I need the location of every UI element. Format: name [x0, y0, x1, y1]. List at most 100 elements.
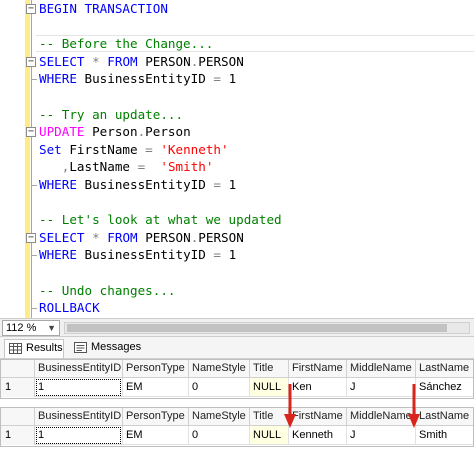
code-line: SELECT * FROM PERSON.PERSON — [39, 53, 244, 71]
code-token: -- Try an update... — [39, 106, 184, 122]
code-token: WHERE — [39, 177, 77, 192]
tab-results[interactable]: Results — [4, 339, 64, 358]
tab-messages-label: Messages — [91, 341, 142, 353]
selected-cell-outline — [36, 427, 121, 444]
column-header[interactable]: PersonType — [123, 407, 189, 426]
fold-end-marker — [31, 255, 37, 257]
grid-corner[interactable] — [0, 407, 35, 426]
code-token: 1 — [221, 71, 237, 87]
table-cell[interactable]: EM — [123, 378, 189, 397]
code-token: LastName — [69, 159, 138, 175]
grid-corner[interactable] — [0, 359, 35, 378]
table-cell[interactable]: J — [347, 378, 416, 397]
code-line: WHERE BusinessEntityID = 1 — [39, 246, 236, 264]
collapse-toggle-icon[interactable]: − — [26, 4, 36, 14]
code-token: BusinessEntityID — [76, 247, 214, 263]
column-header[interactable]: PersonType — [123, 359, 189, 378]
row-number[interactable]: 1 — [0, 378, 35, 397]
code-line: UPDATE Person.Person — [39, 123, 191, 141]
code-token: PERSON — [137, 229, 191, 245]
table-cell[interactable]: Ken — [289, 378, 347, 397]
code-line: ROLLBACK — [39, 299, 100, 317]
code-token: 1 — [221, 247, 237, 263]
code-token: WHERE — [39, 71, 77, 87]
column-header[interactable]: LastName — [416, 359, 474, 378]
selected-cell-outline — [36, 379, 121, 396]
table-cell[interactable]: Sánchez — [416, 378, 474, 397]
collapse-toggle-icon[interactable]: − — [26, 56, 36, 67]
editor-status-bar: 112 % ▼ — [0, 318, 474, 337]
code-line: ,LastName = 'Smith' — [39, 158, 214, 176]
zoom-dropdown[interactable]: 112 % ▼ — [2, 320, 60, 336]
code-token: BusinessEntityID — [76, 71, 214, 87]
results-tab-strip: Results Messages — [0, 337, 474, 359]
collapse-toggle-icon[interactable]: − — [26, 127, 36, 138]
code-line: -- Let's look at what we updated — [39, 211, 282, 229]
code-line: -- Undo changes... — [39, 282, 175, 300]
code-token: FROM — [107, 229, 138, 245]
query-editor[interactable]: − − − − BEGIN TRANSACTION -- Before the Chan… — [0, 0, 474, 318]
table-cell[interactable]: EM — [123, 426, 189, 445]
column-header[interactable]: BusinessEntityID — [35, 359, 123, 378]
results-pane: Results Messages BusinessEntityID PersonT… — [0, 337, 474, 449]
table-cell[interactable]: J — [347, 426, 416, 445]
code-line: BEGIN TRANSACTION — [39, 0, 168, 18]
code-token: PERSON — [198, 53, 244, 69]
code-token: SELECT — [39, 53, 85, 69]
column-header[interactable]: LastName — [416, 407, 474, 426]
column-header[interactable]: FirstName — [289, 407, 347, 426]
code-token: 'Smith' — [160, 159, 214, 175]
fold-end-marker — [31, 79, 37, 81]
code-line: WHERE BusinessEntityID = 1 — [39, 176, 236, 194]
editor-gutter — [0, 0, 25, 318]
code-token: -- Before the Change... — [39, 36, 214, 52]
chevron-down-icon[interactable]: ▼ — [47, 321, 56, 335]
column-header[interactable]: FirstName — [289, 359, 347, 378]
horizontal-scrollbar[interactable] — [64, 322, 470, 334]
column-header[interactable]: BusinessEntityID — [35, 407, 123, 426]
result-grid[interactable]: BusinessEntityID PersonType NameStyle Title… — [0, 359, 474, 399]
scrollbar-thumb[interactable] — [67, 324, 447, 332]
code-token: * — [92, 229, 100, 245]
annotation-arrow-lastname — [408, 384, 420, 428]
tab-results-label: Results — [26, 342, 63, 354]
column-header[interactable]: Title — [250, 359, 289, 378]
code-token: = — [213, 71, 221, 87]
collapse-toggle-icon[interactable]: − — [26, 232, 36, 243]
code-line: Set FirstName = 'Kenneth' — [39, 141, 229, 159]
table-cell[interactable]: Smith — [416, 426, 474, 445]
row-number[interactable]: 1 — [0, 426, 35, 445]
code-token: FROM — [107, 53, 138, 69]
code-token: = — [213, 177, 221, 192]
code-token: ROLLBACK — [39, 300, 100, 316]
grid-icon — [9, 343, 22, 354]
code-token: 'Kenneth' — [160, 141, 229, 157]
code-token: -- Let's look at what we updated — [39, 212, 282, 228]
result-grid[interactable]: BusinessEntityID PersonType NameStyle Title… — [0, 407, 474, 447]
code-token: Set — [39, 141, 62, 157]
code-token: PERSON — [198, 229, 244, 245]
code-token: = — [213, 247, 221, 263]
fold-guide — [31, 0, 32, 318]
table-cell[interactable]: Kenneth — [289, 426, 347, 445]
code-line: -- Before the Change... — [39, 35, 213, 53]
tab-messages[interactable]: Messages — [70, 339, 142, 358]
code-token: UPDATE — [39, 124, 85, 140]
code-token: * — [92, 53, 100, 69]
column-header[interactable]: NameStyle — [189, 407, 250, 426]
table-cell[interactable]: 0 — [189, 378, 250, 397]
column-header[interactable]: NameStyle — [189, 359, 250, 378]
annotation-arrow-firstname — [284, 384, 296, 428]
table-cell[interactable]: 0 — [189, 426, 250, 445]
column-header[interactable]: MiddleName — [347, 407, 416, 426]
fold-end-marker — [31, 185, 37, 186]
code-token: FirstName — [61, 141, 146, 157]
code-line: -- Try an update... — [39, 106, 183, 124]
code-token: SELECT — [39, 229, 85, 245]
zoom-level: 112 % — [6, 322, 37, 334]
column-header[interactable]: MiddleName — [347, 359, 416, 378]
code-token: PERSON — [137, 53, 191, 69]
code-token: 1 — [221, 177, 237, 192]
